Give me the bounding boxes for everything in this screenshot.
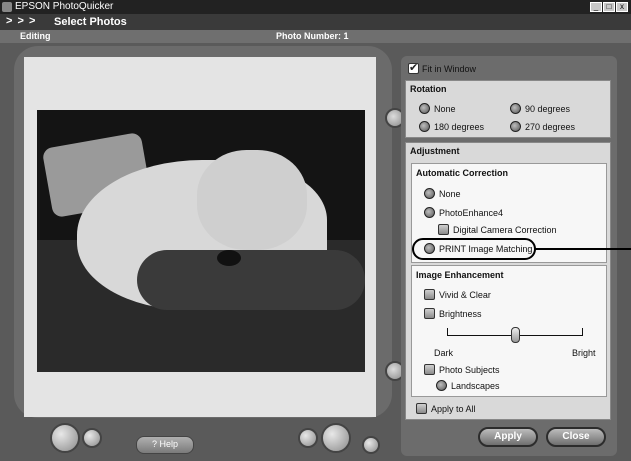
slider-tick-right: [582, 328, 583, 336]
rotation-none-label: None: [434, 104, 456, 114]
photo-dog-nose: [217, 250, 241, 266]
fit-in-window-label: Fit in Window: [422, 64, 477, 74]
auto-none-label: None: [439, 189, 461, 199]
rotation-title: Rotation: [410, 84, 447, 94]
apply-button[interactable]: Apply: [478, 427, 538, 447]
slider-bright-label: Bright: [572, 348, 596, 358]
last-photo-button[interactable]: [321, 423, 351, 453]
close-window-button[interactable]: x: [616, 2, 628, 12]
image-enhancement-title: Image Enhancement: [416, 270, 504, 280]
apply-to-all-checkbox[interactable]: [416, 403, 427, 414]
rotation-180-radio[interactable]: [419, 121, 430, 132]
rotation-none-radio[interactable]: [419, 103, 430, 114]
photo-subjects-label: Photo Subjects: [439, 365, 500, 375]
fit-in-window-checkbox[interactable]: [408, 61, 419, 74]
maximize-button[interactable]: □: [603, 2, 615, 12]
title-bar: EPSON PhotoQuicker _ □ x: [0, 0, 631, 14]
auto-none-radio[interactable]: [424, 188, 435, 199]
automatic-correction-title: Automatic Correction: [416, 168, 509, 178]
app-icon: [2, 2, 12, 12]
close-button[interactable]: Close: [546, 427, 606, 447]
photoenhance-radio[interactable]: [424, 207, 435, 218]
image-enhancement-group: [411, 265, 607, 397]
adjustment-title: Adjustment: [410, 146, 460, 156]
application-window: EPSON PhotoQuicker _ □ x > > > Select Ph…: [0, 0, 631, 461]
minimize-button[interactable]: _: [590, 2, 602, 12]
photo-subjects-checkbox[interactable]: [424, 364, 435, 375]
slider-dark-label: Dark: [434, 348, 454, 358]
slider-tick-left: [447, 328, 448, 336]
digital-camera-label: Digital Camera Correction: [453, 225, 557, 235]
photo-number: Photo Number: 1: [276, 31, 349, 41]
photo-dog-head: [197, 150, 307, 250]
landscapes-radio[interactable]: [436, 380, 447, 391]
section-header: Editing Photo Number: 1: [0, 30, 631, 43]
section-title: Editing: [20, 31, 51, 41]
window-title: EPSON PhotoQuicker: [15, 1, 114, 12]
photo-sofa-arm: [137, 250, 365, 310]
landscapes-label: Landscapes: [451, 381, 500, 391]
breadcrumb: > > > Select Photos: [0, 14, 631, 30]
callout-highlight: [412, 238, 536, 260]
previous-photo-button[interactable]: [82, 428, 102, 448]
digital-camera-checkbox[interactable]: [438, 224, 449, 235]
callout-line: [535, 248, 631, 250]
photoenhance-label: PhotoEnhance4: [439, 208, 504, 218]
rotation-270-radio[interactable]: [510, 121, 521, 132]
rotation-180-label: 180 degrees: [434, 122, 485, 132]
vivid-clear-checkbox[interactable]: [424, 289, 435, 300]
breadcrumb-arrows-icon: > > >: [6, 15, 37, 27]
vivid-clear-label: Vivid & Clear: [439, 290, 491, 300]
photo-preview: [37, 110, 365, 372]
rotation-270-label: 270 degrees: [525, 122, 576, 132]
brightness-slider-thumb[interactable]: [511, 327, 520, 343]
first-photo-button[interactable]: [50, 423, 80, 453]
rotation-90-radio[interactable]: [510, 103, 521, 114]
help-button[interactable]: ? Help: [136, 436, 194, 454]
next-photo-button[interactable]: [298, 428, 318, 448]
brightness-checkbox[interactable]: [424, 308, 435, 319]
pause-icon[interactable]: [362, 436, 380, 454]
rotation-90-label: 90 degrees: [525, 104, 571, 114]
brightness-label: Brightness: [439, 309, 482, 319]
apply-to-all-label: Apply to All: [431, 404, 476, 414]
breadcrumb-label: Select Photos: [54, 16, 127, 28]
